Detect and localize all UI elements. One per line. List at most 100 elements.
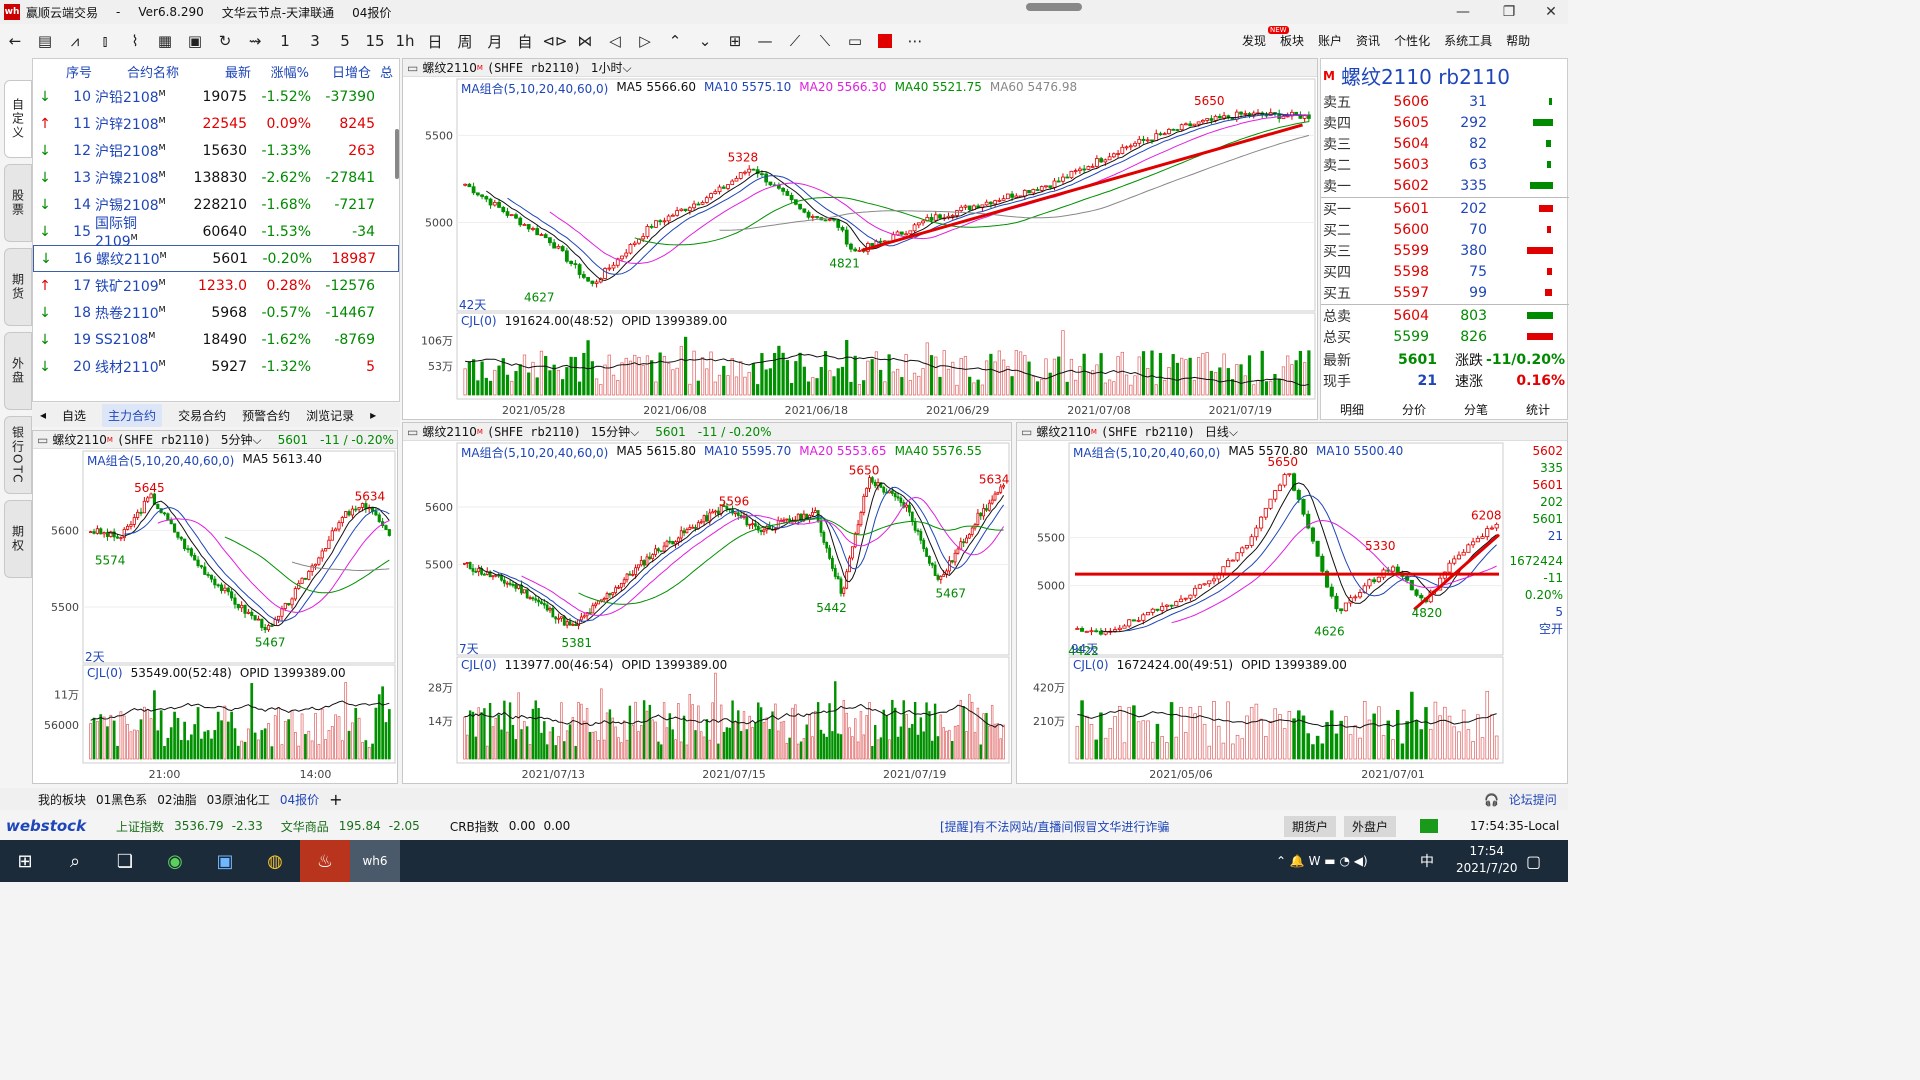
hline-icon[interactable]: — — [750, 28, 780, 54]
chart-5min[interactable]: ▭ 螺纹2110 M (SHFE rb2110) 5分钟⌵ 5601 -11 / -0.20… — [32, 430, 398, 784]
wh6-app-icon[interactable]: wh6 — [350, 840, 400, 882]
tab-bank-otc[interactable]: 银行OTC — [4, 416, 32, 494]
ma-legend[interactable]: MA组合(5,10,20,40,60,0) MA5 5613.40 — [87, 452, 322, 469]
chart-canvas[interactable]: 5600 5500 5645 5634 5574 5467 2天 11万 56000 21:00 1… — [33, 431, 397, 783]
quote-row[interactable]: ↓ 19 SS2108M 18490 -1.62% -8769 — [33, 326, 399, 353]
menu-personalize[interactable]: 个性化 — [1394, 32, 1430, 49]
tab-next-icon[interactable]: ▸ — [370, 408, 376, 422]
volume-legend[interactable]: CJL(0) 113977.00(46:54) OPID 1399389.00 — [461, 658, 727, 672]
menu-tools[interactable]: 系统工具 — [1444, 32, 1492, 49]
volume-legend[interactable]: CJL(0) 53549.00(52:48) OPID 1399389.00 — [87, 666, 346, 680]
sector-oil[interactable]: 02油脂 — [157, 791, 196, 808]
chart-daily[interactable]: ▭ 螺纹2110 M (SHFE rb2110) 日线⌵ 5500 5000 6208 5330… — [1016, 422, 1568, 784]
down-icon[interactable]: ⌄ — [690, 28, 720, 54]
tab-main-contracts[interactable]: 主力合约 — [102, 403, 163, 427]
chart-canvas[interactable]: 5500500062085330565046264820442294天420万2… — [1017, 423, 1567, 783]
ask-row[interactable]: 总卖 5604 803 — [1321, 305, 1569, 326]
ie-icon[interactable]: ◉ — [150, 840, 200, 882]
prev-icon[interactable]: ◁ — [600, 28, 630, 54]
maximize-icon[interactable]: ❐ — [1488, 0, 1530, 24]
tab-foreign[interactable]: 外盘 — [4, 332, 32, 410]
volume-legend[interactable]: CJL(0) 191624.00(48:52) OPID 1399389.00 — [461, 314, 727, 328]
tab-detail[interactable]: 明细 — [1340, 401, 1364, 419]
clock[interactable]: 17:54 2021/7/20 — [1456, 843, 1518, 877]
sector-crude[interactable]: 03原油化工 — [207, 791, 270, 808]
windows-start-icon[interactable]: ⊞ — [0, 840, 50, 882]
chart-canvas[interactable]: 5500 5000 5650 5328 4821 4627 42天 106万 53万 2021/0… — [403, 59, 1317, 419]
bid-row[interactable]: 买三 5599 380 — [1321, 240, 1569, 261]
line-chart-icon[interactable]: ⩘ — [60, 28, 90, 54]
period-15-button[interactable]: 15 — [360, 28, 390, 54]
quote-row[interactable]: ↓ 15 国际铜2109M 60640 -1.53% -34 — [33, 216, 399, 250]
task-view-icon[interactable]: ❏ — [100, 840, 150, 882]
ma-legend[interactable]: MA组合(5,10,20,40,60,0) MA5 5615.80 MA10 559… — [461, 444, 982, 461]
chrome-icon[interactable]: ◍ — [250, 840, 300, 882]
foreign-account-button[interactable]: 外盘户 — [1344, 815, 1397, 837]
col-name[interactable]: 合约名称 — [101, 62, 201, 81]
period-1h-button[interactable]: 1h — [390, 28, 420, 54]
notification-icon[interactable]: ▢ — [1526, 852, 1541, 871]
tab-stocks[interactable]: 股票 — [4, 164, 32, 242]
tray-icons[interactable]: ⌃ 🔔 W ▬ ◔ ◀) — [1276, 854, 1368, 868]
bid-row[interactable]: 买五 5597 99 — [1321, 282, 1569, 303]
menu-news[interactable]: 资讯 — [1356, 32, 1380, 49]
sector-black[interactable]: 01黑色系 — [96, 791, 147, 808]
bid-row[interactable]: 买四 5598 75 — [1321, 261, 1569, 282]
quote-row[interactable]: ↓ 20 线材2110M 5927 -1.32% 5 — [33, 353, 399, 380]
period-1-button[interactable]: 1 — [270, 28, 300, 54]
file-explorer-icon[interactable]: ▣ — [200, 840, 250, 882]
quote-row[interactable]: ↑ 11 沪锌2108M 22545 0.09% 8245 — [33, 110, 399, 137]
period-week-button[interactable]: 周 — [450, 28, 480, 54]
ask-row[interactable]: 卖三 5604 82 — [1321, 133, 1569, 154]
rect-icon[interactable]: ▭ — [840, 28, 870, 54]
menu-help[interactable]: 帮助 — [1506, 32, 1530, 49]
col-oi[interactable]: 日增仓 — [309, 62, 371, 81]
drag-handle[interactable] — [1026, 3, 1082, 11]
ime-indicator[interactable]: 中 — [1420, 851, 1434, 871]
search-icon[interactable]: ⌕ — [50, 840, 100, 882]
color-icon[interactable] — [870, 28, 900, 54]
bid-row[interactable]: 买一 5601 202 — [1321, 198, 1569, 219]
menu-discover[interactable]: 发现 NEW — [1242, 26, 1289, 49]
quote-list-icon[interactable]: ▤ — [30, 28, 60, 54]
notice-text[interactable]: [提醒]有不法网站/直播间假冒文华进行诈骗 — [940, 818, 1169, 835]
ask-row[interactable]: 卖四 5605 292 — [1321, 112, 1569, 133]
quote-row[interactable]: ↓ 10 沪铅2108M 19075 -1.52% -37390 — [33, 83, 399, 110]
ask-row[interactable]: 卖一 5602 335 — [1321, 175, 1569, 196]
tab-watchlist[interactable]: 自选 — [62, 407, 86, 424]
back-arrow-icon[interactable]: ← — [0, 28, 30, 54]
tab-alert-contracts[interactable]: 预警合约 — [242, 407, 290, 424]
minimize-icon[interactable]: — — [1442, 0, 1484, 24]
futures-account-button[interactable]: 期货户 — [1284, 815, 1337, 837]
zoom-in-icon[interactable]: ⊲⊳ — [540, 28, 570, 54]
tab-history[interactable]: 浏览记录 — [306, 407, 354, 424]
col-last[interactable]: 最新 — [201, 62, 251, 81]
ma-legend[interactable]: MA组合(5,10,20,40,60,0) MA5 5570.80 MA10 550… — [1073, 444, 1403, 461]
up-icon[interactable]: ⌃ — [660, 28, 690, 54]
tab-trade-contracts[interactable]: 交易合约 — [178, 407, 226, 424]
tab-prev-icon[interactable]: ◂ — [40, 408, 46, 422]
menu-sector[interactable]: 板块 — [1280, 32, 1304, 49]
period-day-button[interactable]: 日 — [420, 28, 450, 54]
forum-link[interactable]: 🎧 论坛提问 — [1484, 791, 1561, 808]
quote-row[interactable]: ↓ 13 沪镍2108M 138830 -2.62% -27841 — [33, 164, 399, 191]
menu-account[interactable]: 账户 — [1318, 32, 1342, 49]
app-tray-icon[interactable]: ♨ — [300, 840, 350, 882]
quote-row[interactable]: ↓ 12 沪铝2108M 15630 -1.33% 263 — [33, 137, 399, 164]
scrollbar[interactable] — [395, 129, 399, 179]
ask-row[interactable]: 卖五 5606 31 — [1321, 91, 1569, 112]
ask-row[interactable]: 卖二 5603 63 — [1321, 154, 1569, 175]
tick-chart-icon[interactable]: ⌇ — [120, 28, 150, 54]
refresh-icon[interactable]: ↻ — [210, 28, 240, 54]
chart-1h[interactable]: ▭ 螺纹2110 M (SHFE rb2110) 1小时⌵ 5500 5000 5650 532… — [402, 58, 1318, 420]
more-icon[interactable]: ⋯ — [900, 28, 930, 54]
layout-icon[interactable]: ⊞ — [720, 28, 750, 54]
period-5-button[interactable]: 5 — [330, 28, 360, 54]
next-icon[interactable]: ▷ — [630, 28, 660, 54]
quote-row[interactable]: ↓ 16 螺纹2110M 5601 -0.20% 18987 — [33, 245, 399, 272]
bid-row[interactable]: 总买 5599 826 — [1321, 326, 1569, 347]
tline-icon[interactable]: ⟋ — [780, 28, 810, 54]
col-no[interactable]: 序号 — [57, 62, 101, 81]
save-icon[interactable]: ▣ — [180, 28, 210, 54]
tab-ticks[interactable]: 分笔 — [1464, 401, 1488, 419]
